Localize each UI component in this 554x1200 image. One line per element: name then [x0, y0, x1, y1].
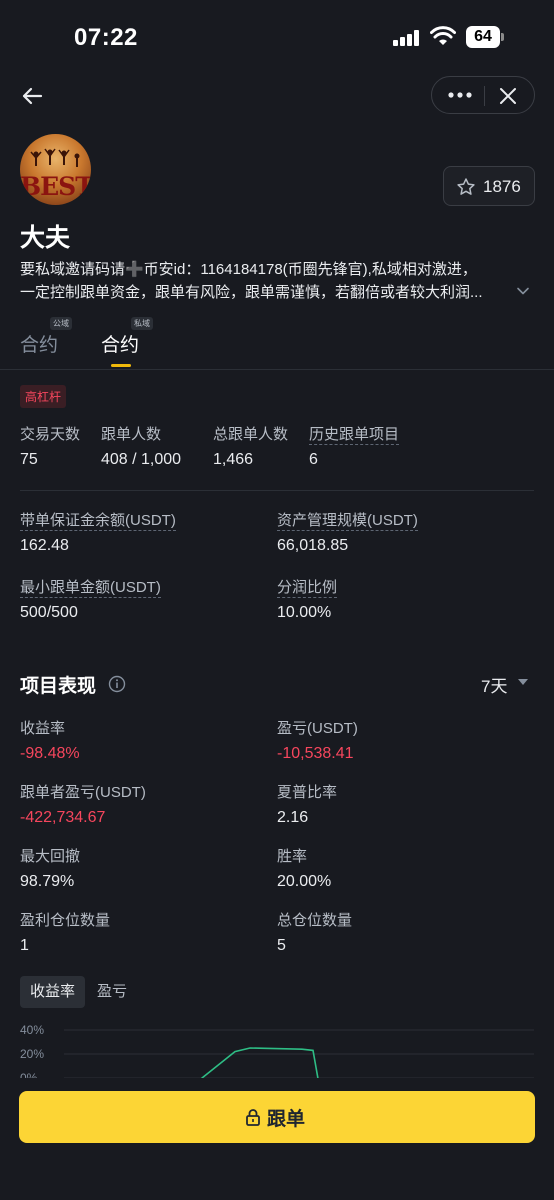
- stat-label: 交易天数: [20, 426, 81, 443]
- tab-label: 合约: [20, 335, 59, 356]
- favorite-button[interactable]: 1876: [443, 166, 535, 206]
- stat-value: 500/500: [20, 604, 78, 621]
- tab-label: 合约: [101, 335, 140, 356]
- copy-trade-label: 跟单: [267, 1109, 306, 1130]
- top-nav: [0, 76, 554, 116]
- metric-value: 2.16: [277, 809, 309, 826]
- wifi-icon: [430, 26, 456, 45]
- stat-history-projects[interactable]: 历史跟单项目 6: [309, 423, 400, 468]
- metric-label: 跟单者盈亏(USDT): [20, 784, 146, 801]
- stat-label: 总跟单人数: [213, 426, 289, 443]
- bio-line: 要私域邀请码请➕币安id：1164184178(币圈先锋官),私域相对激进，: [20, 261, 477, 278]
- metric-value: -10,538.41: [277, 745, 354, 762]
- metric-label: 总仓位数量: [277, 912, 353, 929]
- trader-name: 大夫: [20, 224, 71, 252]
- info-icon[interactable]: [108, 675, 126, 693]
- tab-badge: 私域: [131, 317, 153, 330]
- portfolio-tabs: 合约 公域 合约 私域: [0, 316, 554, 370]
- metric-label: 胜率: [277, 848, 308, 865]
- stat-label: 历史跟单项目: [309, 426, 400, 445]
- active-tab-indicator: [111, 364, 131, 367]
- battery-icon: 64: [466, 26, 504, 48]
- avatar[interactable]: BEST: [20, 134, 91, 205]
- stat-value: 66,018.85: [277, 537, 349, 554]
- chart-y-tick-label: 40%: [20, 1023, 44, 1037]
- bio-line: 一定控制跟单资金，跟单有风险，跟单需谨慎，若翻倍或者较大利润...: [20, 284, 483, 301]
- metric-value: 98.79%: [20, 873, 75, 890]
- metric-value: -422,734.67: [20, 809, 106, 826]
- metric-roi: 收益率 -98.48%: [20, 717, 80, 762]
- trader-bio: 要私域邀请码请➕币安id：1164184178(币圈先锋官),私域相对激进， 一…: [20, 258, 510, 304]
- more-icon[interactable]: [446, 77, 474, 113]
- tab-public-futures[interactable]: 合约 公域: [20, 317, 72, 357]
- stat-value: 6: [309, 451, 318, 468]
- high-leverage-tag: 高杠杆: [20, 385, 67, 408]
- metric-win-rate: 胜率 20.00%: [277, 845, 331, 890]
- divider: [20, 490, 534, 491]
- period-selector[interactable]: 7天: [481, 672, 507, 697]
- stat-trading-days: 交易天数 75: [20, 423, 81, 468]
- caret-down-icon[interactable]: [518, 678, 528, 686]
- metric-label: 最大回撤: [20, 848, 81, 865]
- stat-label: 最小跟单金额(USDT): [20, 579, 161, 598]
- stat-label: 资产管理规模(USDT): [277, 512, 418, 531]
- back-arrow-icon[interactable]: [20, 84, 44, 108]
- battery-level: 64: [466, 26, 500, 48]
- metric-label: 收益率: [20, 720, 66, 737]
- clock: 07:22: [74, 24, 138, 51]
- mini-program-capsule: [431, 76, 535, 114]
- metric-value: 1: [20, 937, 29, 954]
- copy-trade-button[interactable]: 跟单: [19, 1091, 535, 1143]
- stat-aum: 资产管理规模(USDT) 66,018.85: [277, 509, 418, 554]
- stat-value: 1,466: [213, 451, 254, 468]
- stat-value: 162.48: [20, 537, 69, 554]
- metric-copier-pnl: 跟单者盈亏(USDT) -422,734.67: [20, 781, 146, 826]
- stat-value: 75: [20, 451, 38, 468]
- metric-value: 20.00%: [277, 873, 332, 890]
- stat-margin-balance: 带单保证金余额(USDT) 162.48: [20, 509, 176, 554]
- chevron-down-icon[interactable]: [516, 284, 530, 298]
- tab-private-futures[interactable]: 合约 私域: [101, 317, 153, 357]
- metric-label: 夏普比率: [277, 784, 338, 801]
- stat-label: 带单保证金余额(USDT): [20, 512, 176, 531]
- chart-y-tick-label: 20%: [20, 1047, 44, 1061]
- metric-value: -98.48%: [20, 745, 80, 762]
- chart-tab-roi[interactable]: 收益率: [20, 976, 86, 1008]
- stat-profit-share: 分润比例 10.00%: [277, 576, 338, 621]
- stat-label: 跟单人数: [101, 426, 162, 443]
- signal-icon: [393, 30, 419, 46]
- metric-sharpe: 夏普比率 2.16: [277, 781, 338, 826]
- metric-total-positions: 总仓位数量 5: [277, 909, 353, 954]
- metric-label: 盈利仓位数量: [20, 912, 111, 929]
- tab-badge: 公域: [50, 317, 72, 330]
- metric-label: 盈亏(USDT): [277, 720, 358, 737]
- metric-value: 5: [277, 937, 286, 954]
- stat-label: 分润比例: [277, 579, 338, 598]
- section-title: 项目表现: [20, 676, 97, 697]
- stat-copiers: 跟单人数 408 / 1,000: [101, 423, 181, 468]
- chart-tab-pnl[interactable]: 盈亏: [97, 976, 127, 1008]
- stat-value: 10.00%: [277, 604, 332, 621]
- metric-winning-positions: 盈利仓位数量 1: [20, 909, 111, 954]
- status-bar: 07:22 64: [0, 0, 554, 76]
- star-icon: [457, 178, 475, 195]
- stat-total-copiers: 总跟单人数 1,466: [213, 423, 289, 468]
- avatar-logo-text: BEST: [20, 172, 91, 201]
- favorite-count: 1876: [483, 177, 521, 196]
- metric-max-drawdown: 最大回撤 98.79%: [20, 845, 81, 890]
- metric-pnl: 盈亏(USDT) -10,538.41: [277, 717, 358, 762]
- close-icon[interactable]: [498, 86, 518, 106]
- stat-min-copy-amount: 最小跟单金额(USDT) 500/500: [20, 576, 161, 621]
- lock-icon: [246, 1109, 260, 1126]
- stat-value: 408 / 1,000: [101, 451, 182, 468]
